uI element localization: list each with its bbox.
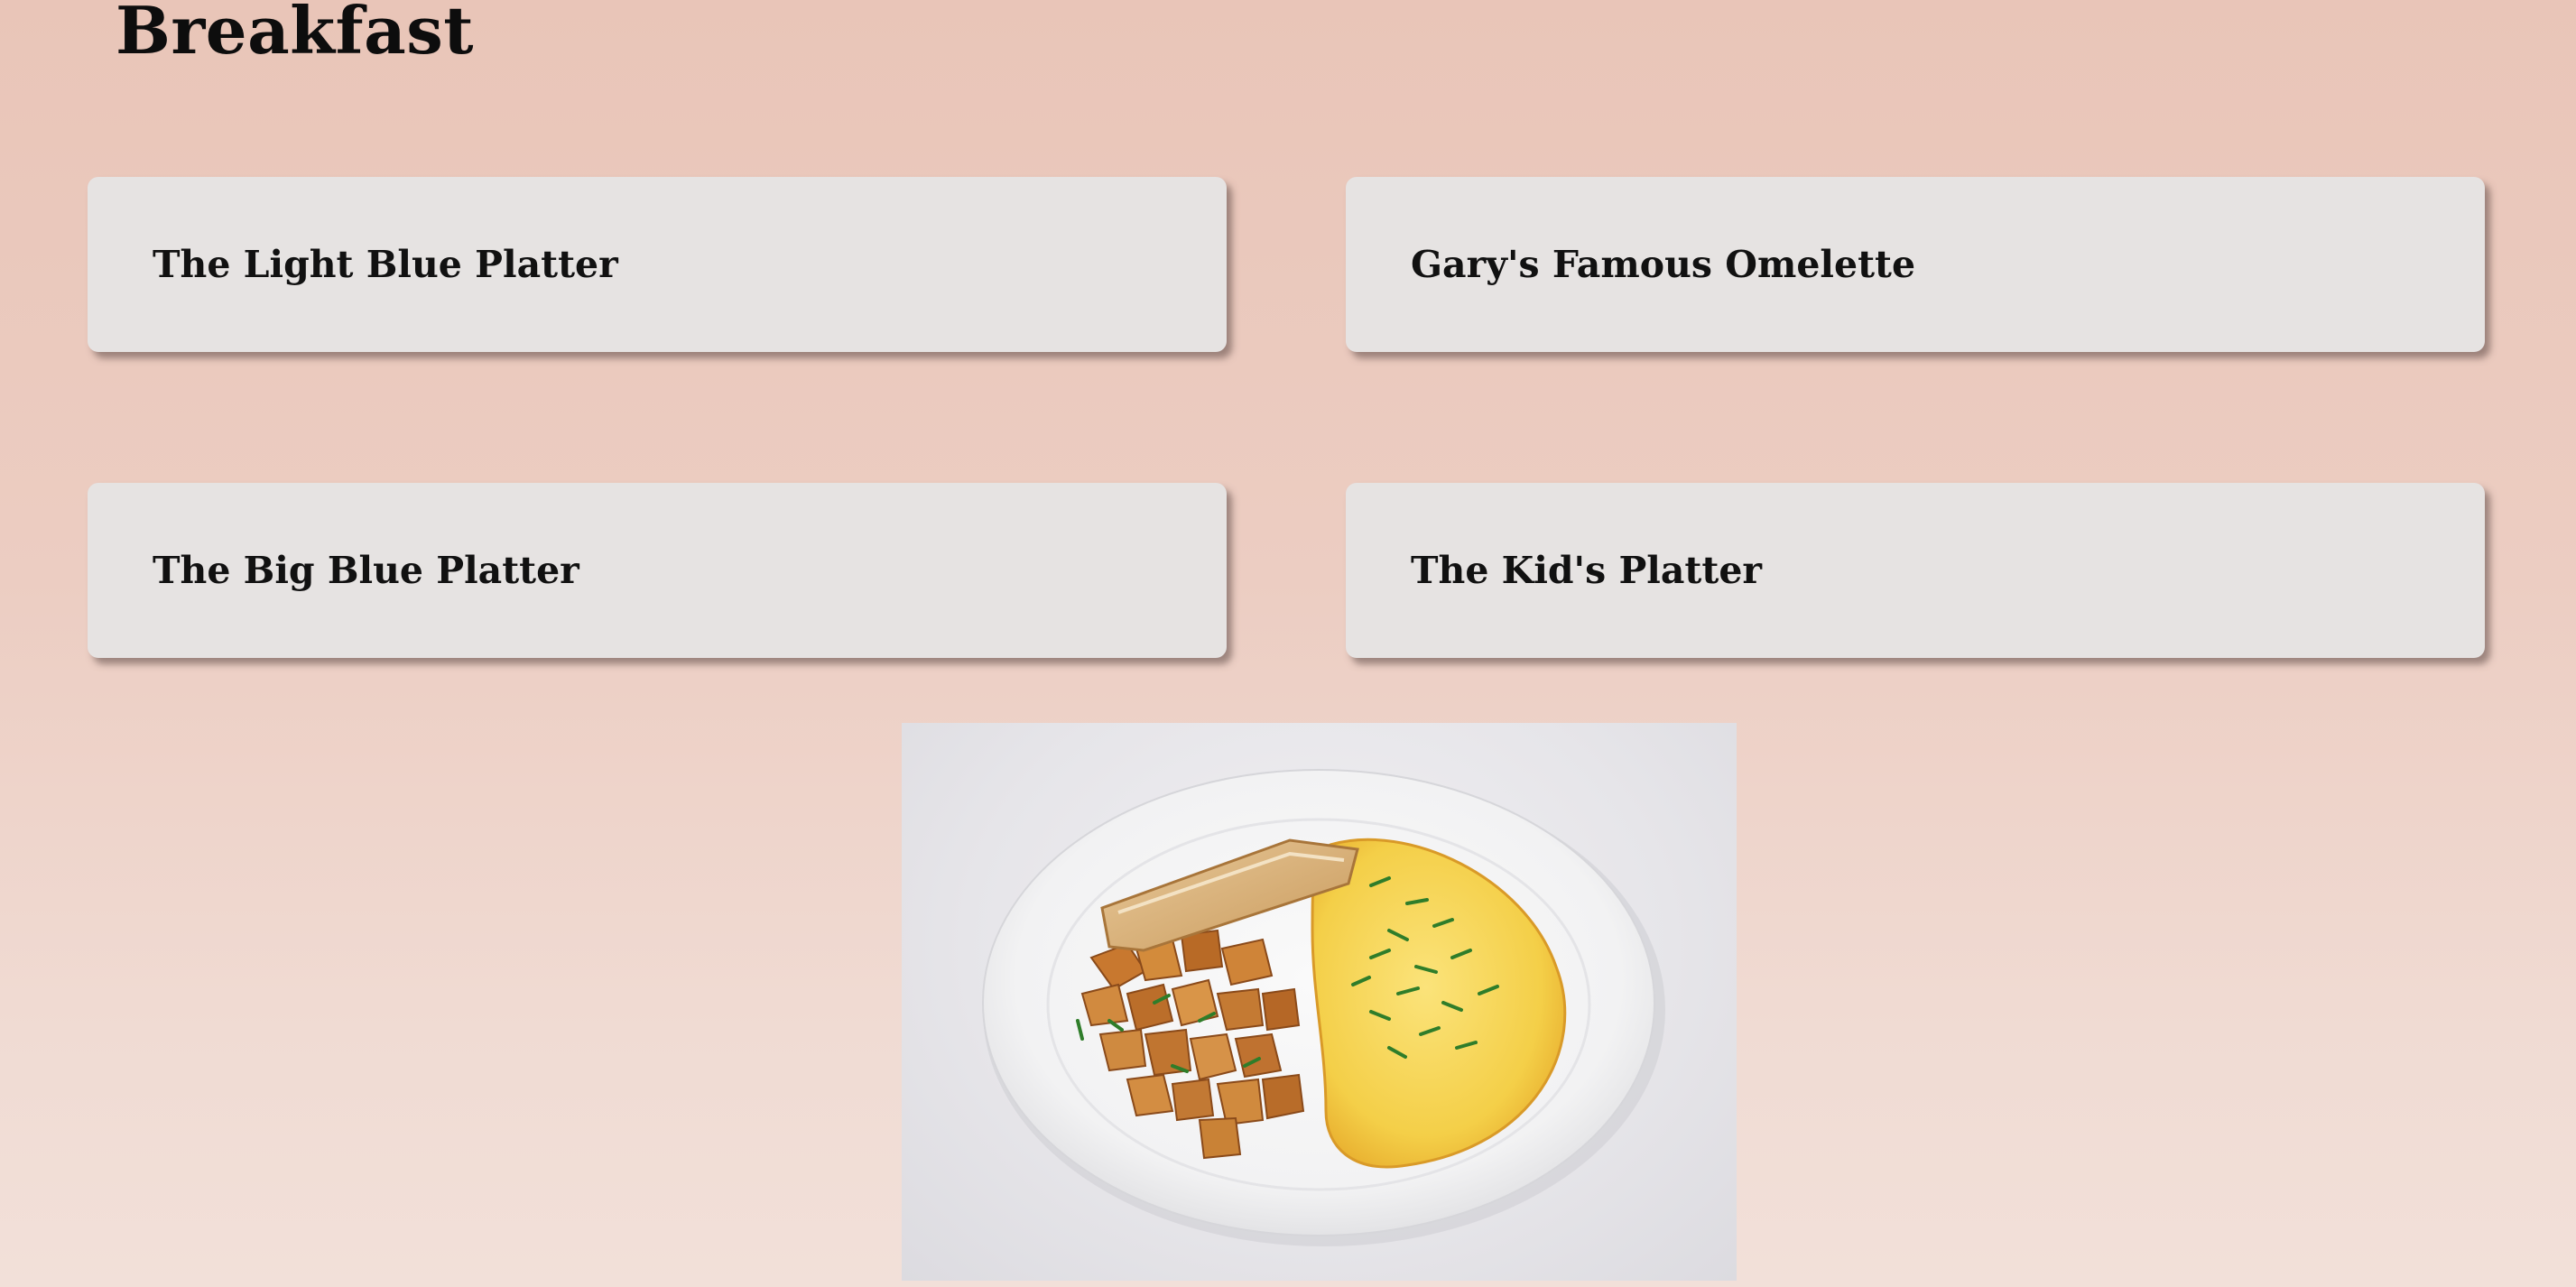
menu-item-label: Gary's Famous Omelette	[1411, 243, 1916, 286]
menu-item-label: The Big Blue Platter	[153, 549, 579, 592]
menu-item-label: The Kid's Platter	[1411, 549, 1762, 592]
menu-item-garys-famous-omelette[interactable]: Gary's Famous Omelette	[1346, 177, 2485, 352]
menu-item-big-blue-platter[interactable]: The Big Blue Platter	[88, 483, 1227, 658]
menu-item-kids-platter[interactable]: The Kid's Platter	[1346, 483, 2485, 658]
omelette-plate-photo	[902, 723, 1737, 1281]
menu-item-label: The Light Blue Platter	[153, 243, 618, 286]
page-title: Breakfast	[116, 0, 475, 69]
menu-item-light-blue-platter[interactable]: The Light Blue Platter	[88, 177, 1227, 352]
